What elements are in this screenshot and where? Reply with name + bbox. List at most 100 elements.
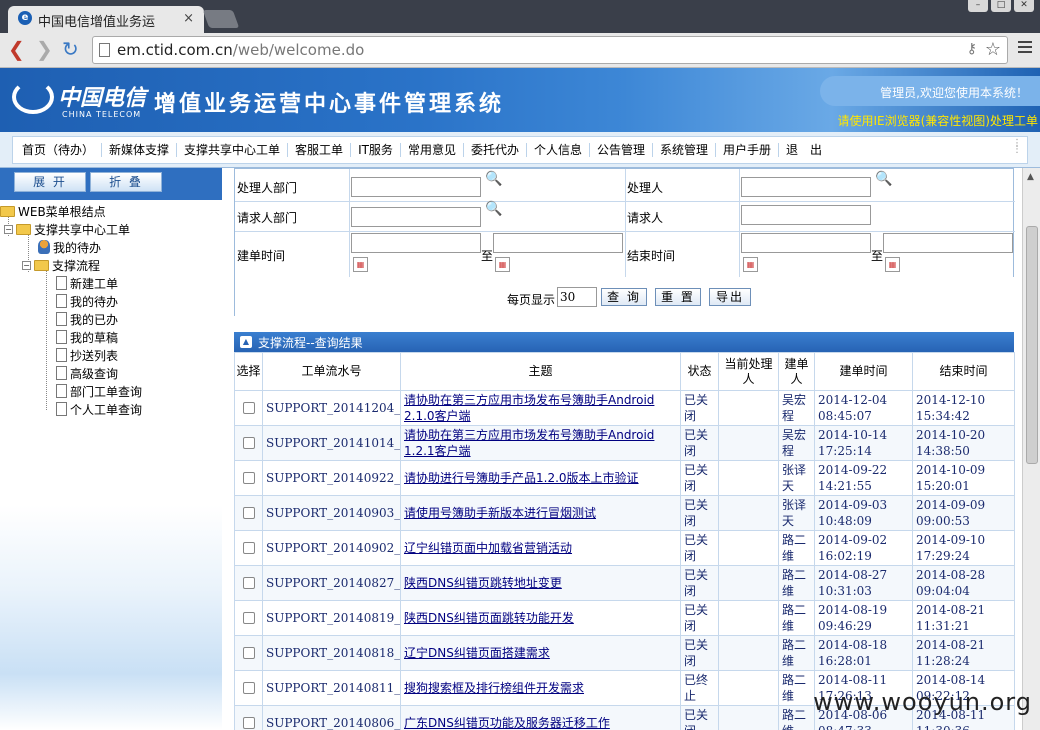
query-button[interactable]: 查 询 <box>601 288 647 306</box>
table-row[interactable]: SUPPORT_20140903_91请使用号簿助手新版本进行冒烟测试已关闭 张译… <box>234 495 1015 531</box>
ticket-subject-link[interactable]: 请使用号簿助手新版本进行冒烟测试 <box>400 495 681 531</box>
new-tab-button[interactable] <box>202 10 240 28</box>
nav-announcements[interactable]: 公告管理 <box>590 143 653 157</box>
forward-arrow-icon[interactable]: ❯ <box>36 39 53 59</box>
nav-support-center[interactable]: 支撑共享中心工单 <box>177 143 289 157</box>
nav-new-media[interactable]: 新媒体支撑 <box>102 143 178 157</box>
collapse-button[interactable]: 折 叠 <box>90 172 162 192</box>
ticket-subject-link[interactable]: 辽宁DNS纠错页面搭建需求 <box>400 635 681 671</box>
row-checkbox[interactable] <box>242 682 255 694</box>
row-checkbox[interactable] <box>242 647 255 659</box>
calendar-icon[interactable]: ▦ <box>743 257 758 272</box>
tree-my-todo[interactable]: 我的待办 <box>38 238 101 256</box>
handler-dept-input[interactable] <box>351 177 481 197</box>
reset-button[interactable]: 重 置 <box>655 288 701 306</box>
scrollbar-thumb[interactable] <box>1026 226 1038 464</box>
row-checkbox[interactable] <box>242 402 255 414</box>
nav-system-management[interactable]: 系统管理 <box>653 143 717 157</box>
handler-input[interactable] <box>741 177 871 197</box>
nav-logout[interactable]: 退 出 <box>779 143 829 157</box>
ticket-subject-link[interactable]: 广东DNS纠错页功能及服务器迁移工作 <box>400 705 681 730</box>
table-row[interactable]: SUPPORT_20140827_89陕西DNS纠错页跳转地址变更已关闭路二维2… <box>234 565 1015 601</box>
minimize-button[interactable]: – <box>968 0 988 12</box>
search-magnifier-icon[interactable]: 🔍 <box>485 201 503 219</box>
nav-customer-service[interactable]: 客服工单 <box>288 143 352 157</box>
nav-resize-handle[interactable]: ⋮ ⋮ <box>1012 139 1022 155</box>
calendar-icon[interactable]: ▦ <box>885 257 900 272</box>
expand-button[interactable]: 展 开 <box>14 172 86 192</box>
row-checkbox[interactable] <box>242 577 255 589</box>
requester-dept-input[interactable] <box>351 207 481 227</box>
tree-my-pending[interactable]: 我的待办 <box>56 292 118 310</box>
row-checkbox[interactable] <box>242 507 255 519</box>
current-handler <box>718 635 779 671</box>
ticket-id: SUPPORT_20140818_87 <box>262 635 401 671</box>
nav-common-opinions[interactable]: 常用意见 <box>401 143 464 157</box>
nav-it-service[interactable]: IT服务 <box>351 143 401 157</box>
browser-menu-icon[interactable] <box>1018 41 1032 56</box>
row-checkbox[interactable] <box>242 437 255 449</box>
tree-dept-ticket-search[interactable]: 部门工单查询 <box>56 382 142 400</box>
search-magnifier-icon[interactable]: 🔍 <box>875 171 893 189</box>
tab-close-button[interactable]: × <box>183 11 194 26</box>
tree-support-center[interactable]: − 支撑共享中心工单 <box>4 220 130 238</box>
export-button[interactable]: 导出 <box>709 288 751 306</box>
tree-support-flow[interactable]: − 支撑流程 <box>22 256 100 274</box>
row-checkbox[interactable] <box>242 612 255 624</box>
tree-root[interactable]: WEB菜单根结点 <box>0 202 106 220</box>
row-checkbox[interactable] <box>242 717 255 729</box>
end-time-label: 结束时间 <box>627 249 676 263</box>
ticket-subject-link[interactable]: 请协助进行号簿助手产品1.2.0版本上市验证 <box>400 460 681 496</box>
ticket-subject-link[interactable]: 辽宁纠错页面中加载省营销活动 <box>400 530 681 566</box>
tree-cc-list[interactable]: 抄送列表 <box>56 346 118 364</box>
reload-icon[interactable]: ↻ <box>62 39 79 59</box>
ticket-status: 已终止 <box>680 670 719 706</box>
end-time-end-input[interactable] <box>883 233 1013 253</box>
tree-my-drafts[interactable]: 我的草稿 <box>56 328 118 346</box>
row-checkbox[interactable] <box>242 542 255 554</box>
table-row[interactable]: SUPPORT_20140818_87辽宁DNS纠错页面搭建需求已关闭路二维20… <box>234 635 1015 671</box>
maximize-button[interactable]: □ <box>991 0 1011 12</box>
ticket-id: SUPPORT_20141014_121 <box>262 425 401 461</box>
end-time-start-input[interactable] <box>741 233 871 253</box>
key-icon[interactable]: ⚷ <box>967 41 977 57</box>
collapse-toggle-icon[interactable]: − <box>4 224 13 234</box>
nav-user-manual[interactable]: 用户手册 <box>716 143 780 157</box>
collapse-toggle-icon[interactable]: − <box>22 260 31 270</box>
search-magnifier-icon[interactable]: 🔍 <box>485 171 503 189</box>
header-status: 状态 <box>680 352 719 391</box>
close-window-button[interactable]: ✕ <box>1014 0 1034 12</box>
ticket-subject-link[interactable]: 陕西DNS纠错页跳转地址变更 <box>400 565 681 601</box>
requester-input[interactable] <box>741 205 871 225</box>
nav-home[interactable]: 首页（待办） <box>15 143 103 157</box>
back-arrow-icon[interactable]: ❮ <box>8 39 25 59</box>
ticket-subject-link[interactable]: 请协助在第三方应用市场发布号簿助手Android 2.1.0客户端 <box>400 390 681 426</box>
nav-personal-info[interactable]: 个人信息 <box>527 143 590 157</box>
tree-advanced-search[interactable]: 高级查询 <box>56 364 118 382</box>
created-time-end-input[interactable] <box>493 233 623 253</box>
calendar-icon[interactable]: ▦ <box>353 257 368 272</box>
row-checkbox[interactable] <box>242 472 255 484</box>
ticket-subject-link[interactable]: 搜狗搜索框及排行榜组件开发需求 <box>400 670 681 706</box>
scroll-up-icon[interactable]: ▲ <box>1027 172 1034 182</box>
ticket-subject-link[interactable]: 陕西DNS纠错页面跳转功能开发 <box>400 600 681 636</box>
search-form: 处理人部门 🔍 处理人 🔍 请求人部门 🔍 请求人 建单时间 ▦ 至 ▦ 结束时… <box>234 168 1015 317</box>
address-bar[interactable]: em.ctid.com.cn/web/welcome.do ⚷ ☆ <box>92 36 1008 64</box>
tree-personal-ticket-search[interactable]: 个人工单查询 <box>56 400 142 418</box>
bookmark-star-icon[interactable]: ☆ <box>985 39 1001 60</box>
tree-new-ticket[interactable]: 新建工单 <box>56 274 118 292</box>
table-row[interactable]: SUPPORT_20140922_101请协助进行号簿助手产品1.2.0版本上市… <box>234 460 1015 496</box>
created-time-start-input[interactable] <box>351 233 481 253</box>
browser-tab[interactable]: e 中国电信增值业务运 × <box>8 6 204 33</box>
table-row[interactable]: SUPPORT_20141204_182请协助在第三方应用市场发布号簿助手And… <box>234 390 1015 426</box>
table-row[interactable]: SUPPORT_20141014_121请协助在第三方应用市场发布号簿助手And… <box>234 425 1015 461</box>
table-row[interactable]: SUPPORT_20140819_88陕西DNS纠错页面跳转功能开发已关闭 路二维… <box>234 600 1015 636</box>
calendar-icon[interactable]: ▦ <box>495 257 510 272</box>
page-scrollbar[interactable]: ▲ <box>1022 168 1040 730</box>
ticket-subject-link[interactable]: 请协助在第三方应用市场发布号簿助手Android 1.2.1客户端 <box>400 425 681 461</box>
page-size-input[interactable] <box>557 287 597 307</box>
tree-my-done[interactable]: 我的已办 <box>56 310 118 328</box>
collapse-arrow-icon[interactable]: ▲ <box>240 336 252 348</box>
table-row[interactable]: SUPPORT_20140902_90辽宁纠错页面中加载省营销活动已关闭路二维2… <box>234 530 1015 566</box>
nav-delegate[interactable]: 委托代办 <box>464 143 527 157</box>
